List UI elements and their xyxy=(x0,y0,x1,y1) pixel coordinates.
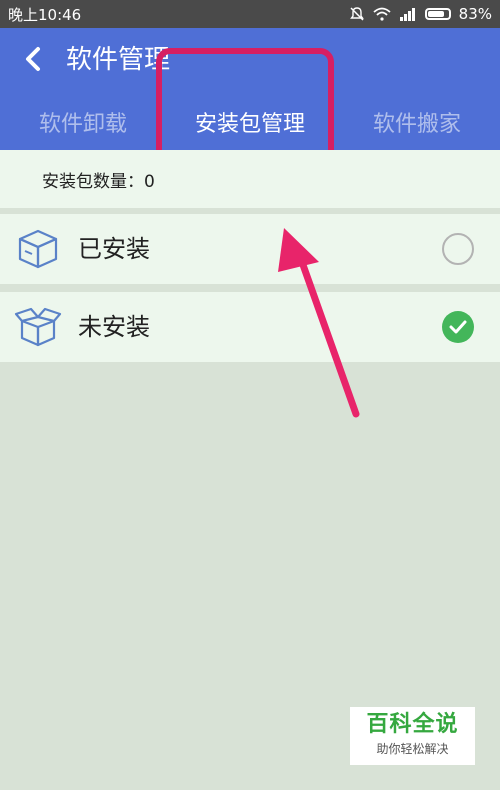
radio-unchecked[interactable] xyxy=(442,233,474,265)
list-item-installed[interactable]: 已安装 xyxy=(0,214,500,284)
watermark-subtitle: 助你轻松解决 xyxy=(376,742,449,756)
wifi-icon xyxy=(373,7,391,21)
closed-box-icon xyxy=(18,229,58,269)
back-arrow-icon xyxy=(26,47,40,71)
status-icons: 83% xyxy=(349,5,492,23)
battery-icon xyxy=(424,8,451,20)
list-item-not-installed[interactable]: 未安装 xyxy=(0,292,500,362)
status-bar: 晚上10:46 83% xyxy=(0,0,500,28)
watermark-title: 百科全说 xyxy=(366,712,459,737)
open-box-icon xyxy=(14,307,62,347)
list-item-label: 已安装 xyxy=(78,235,150,263)
radio-checked[interactable] xyxy=(442,311,474,343)
package-count: 安装包数量：0 xyxy=(42,171,155,192)
package-count-row: 安装包数量：0 xyxy=(0,150,500,208)
status-time: 晚上10:46 xyxy=(8,5,82,24)
back-button[interactable] xyxy=(18,44,48,74)
list-item-label: 未安装 xyxy=(78,313,150,341)
mute-bell-icon xyxy=(349,7,364,21)
signal-icon xyxy=(399,8,415,21)
tab-move-app[interactable]: 软件搬家 xyxy=(334,108,500,150)
page-title: 软件管理 xyxy=(66,45,171,75)
check-icon xyxy=(449,320,467,334)
tab-uninstall[interactable]: 软件卸载 xyxy=(0,108,166,150)
battery-percent: 83% xyxy=(458,5,492,23)
watermark-logo: 百科全说 助你轻松解决 xyxy=(350,707,475,765)
